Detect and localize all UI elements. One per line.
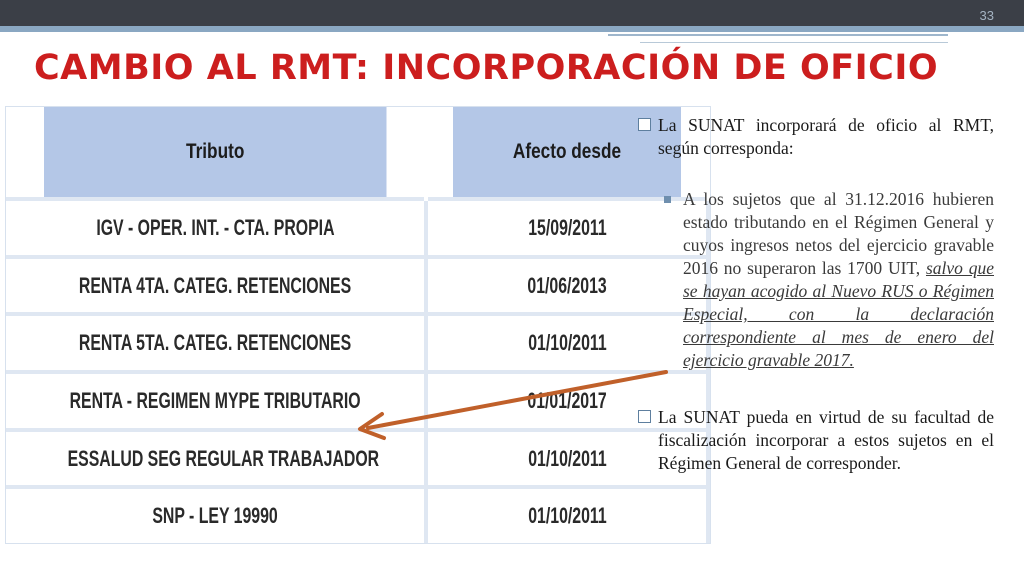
fecha-text: 01/10/2011 xyxy=(527,330,607,356)
decorative-line xyxy=(608,34,948,36)
table-row: RENTA 5TA. CATEG. RETENCIONES 01/10/2011 xyxy=(6,312,710,373)
tributo-text: RENTA - REGIMEN MYPE TRIBUTARIO xyxy=(69,387,361,413)
cell-tributo: IGV - OPER. INT. - CTA. PROPIA xyxy=(6,197,428,257)
table-header-row: Tributo Afecto desde xyxy=(6,107,708,199)
tributo-text: ESSALUD SEG REGULAR TRABAJADOR xyxy=(67,445,380,471)
table-row: SNP - LEY 19990 01/10/2011 xyxy=(6,485,710,543)
top-bar-accent xyxy=(0,26,1024,32)
bullet-item: La SUNAT pueda en virtud de su facultad … xyxy=(636,406,994,475)
checkbox-icon xyxy=(638,410,651,423)
fecha-text: 01/01/2017 xyxy=(527,387,607,413)
bullet-item: La SUNAT incorporará de oficio al RMT, s… xyxy=(636,114,994,160)
tributo-text: RENTA 4TA. CATEG. RETENCIONES xyxy=(78,272,352,298)
table-row: IGV - OPER. INT. - CTA. PROPIA 15/09/201… xyxy=(6,197,710,257)
cell-tributo: ESSALUD SEG REGULAR TRABAJADOR xyxy=(6,427,428,488)
bullet-text: La SUNAT incorporará de oficio al RMT, s… xyxy=(658,115,994,158)
slide-number: 33 xyxy=(979,8,994,23)
tributo-text: RENTA 5TA. CATEG. RETENCIONES xyxy=(78,330,352,356)
cell-tributo: RENTA 5TA. CATEG. RETENCIONES xyxy=(6,312,428,373)
cell-tributo: RENTA - REGIMEN MYPE TRIBUTARIO xyxy=(6,370,428,430)
fecha-text: 01/10/2011 xyxy=(527,445,607,471)
table-row: RENTA - REGIMEN MYPE TRIBUTARIO 01/01/20… xyxy=(6,370,710,430)
fecha-text: 15/09/2011 xyxy=(527,214,607,240)
table-row: ESSALUD SEG REGULAR TRABAJADOR 01/10/201… xyxy=(6,427,710,488)
content-column: La SUNAT incorporará de oficio al RMT, s… xyxy=(636,114,994,475)
header-tributo: Tributo xyxy=(43,107,390,199)
bullet-text: La SUNAT pueda en virtud de su facultad … xyxy=(658,407,994,473)
checkbox-icon xyxy=(638,118,651,131)
fecha-text: 01/10/2011 xyxy=(527,503,607,529)
cell-tributo: SNP - LEY 19990 xyxy=(6,485,428,543)
decorative-line xyxy=(640,42,948,43)
slide-title: CAMBIO AL RMT: INCORPORACIÓN DE OFICIO xyxy=(34,48,939,88)
tributo-text: IGV - OPER. INT. - CTA. PROPIA xyxy=(95,214,335,240)
cell-fecha: 01/10/2011 xyxy=(426,485,710,543)
sub-bullet-item: A los sujetos que al 31.12.2016 hubieren… xyxy=(636,188,994,372)
tributo-text: SNP - LEY 19990 xyxy=(152,503,278,529)
cell-tributo: RENTA 4TA. CATEG. RETENCIONES xyxy=(6,254,428,315)
square-bullet-icon xyxy=(664,196,671,203)
fecha-text: 01/06/2013 xyxy=(527,272,607,298)
tax-table: Tributo Afecto desde IGV - OPER. INT. - … xyxy=(5,106,711,544)
top-bar xyxy=(0,0,1024,26)
table-row: RENTA 4TA. CATEG. RETENCIONES 01/06/2013 xyxy=(6,254,710,315)
